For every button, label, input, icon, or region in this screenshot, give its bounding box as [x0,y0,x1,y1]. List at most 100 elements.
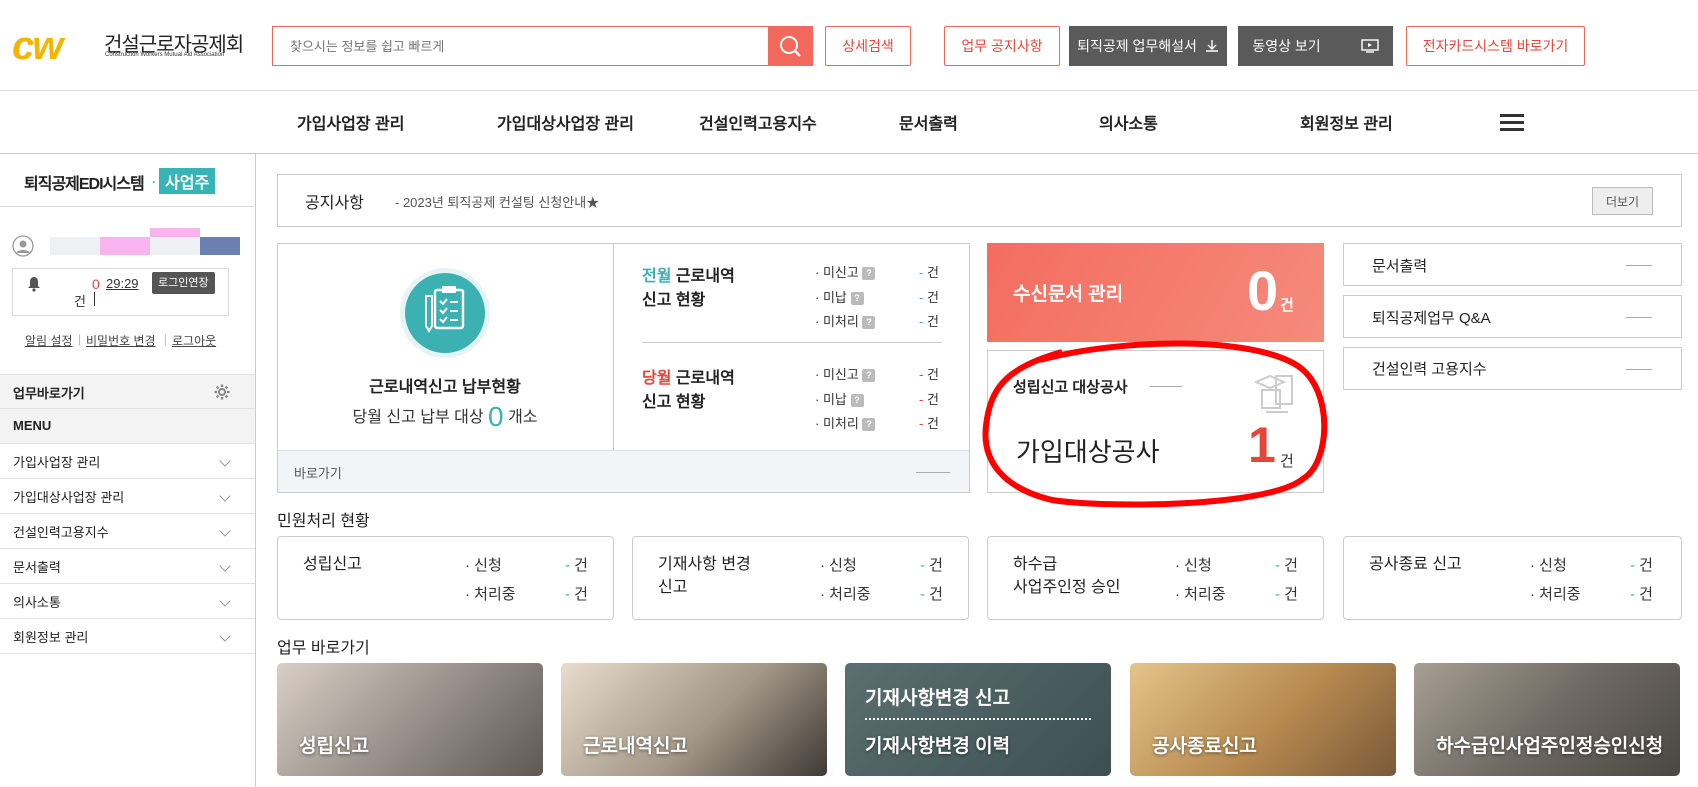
civil-processing-label: · 처리중 [465,586,516,603]
work-notice-button[interactable]: 업무 공지사항 [944,26,1060,66]
arrow-right-icon [1626,369,1652,370]
report-count: 0 [488,401,504,432]
tile-change-report[interactable]: 기재사항변경 신고 기재사항변경 이력 [845,663,1111,776]
manual-download-button[interactable]: 퇴직공제 업무해설서 [1069,26,1227,66]
title-dot: · [152,175,156,189]
civil-card-name: 공사종료 신고 [1369,556,1462,573]
chevron-down-icon [219,595,231,607]
sidebar-menu-target-site[interactable]: 가입대상사업장 관리 [0,479,255,514]
help-icon: ? [850,292,864,306]
tile-label: 근로내역신고 [583,736,688,757]
gnb-member-info[interactable]: 회원정보 관리 [1300,110,1393,134]
report-count-unit: 개소 [508,409,538,426]
chevron-down-icon [219,560,231,572]
tile-establishment-report[interactable]: 성립신고 [277,663,543,776]
civil-apply-value: - 건 [920,557,943,574]
chevron-down-icon [219,455,231,467]
civil-processing-value: - 건 [1630,586,1653,603]
change-password-link[interactable]: 비밀번호 변경 [86,332,156,349]
prev-unpaid[interactable]: · 미납 ? [815,287,864,306]
curr-unpaid-value: - 건 [919,392,939,407]
sidebar-menu-member-site[interactable]: 가입사업장 관리 [0,444,255,479]
civil-apply-label: · 신청 [1175,557,1212,574]
report-row-divider [642,342,942,343]
tile-label: 공사종료신고 [1152,736,1257,757]
curr-month-label-2: 신고 현황 [642,394,706,411]
logo-mark[interactable]: cw [12,24,63,69]
advanced-search-button[interactable]: 상세검색 [825,26,911,66]
gnb-target-site[interactable]: 가입대상사업장 관리 [497,110,634,134]
sidebar-menu-employment-index[interactable]: 건설인력고용지수 [0,514,255,549]
menu-label: 가입사업장 관리 [13,454,101,470]
video-button[interactable]: 동영상 보기 [1238,26,1393,66]
civil-card-name: 하수급 사업주인정 승인 [1013,556,1121,596]
help-icon: ? [862,369,876,383]
curr-month-label: 당월 근로내역 [642,370,735,387]
menu-label: 회원정보 관리 [13,629,89,645]
link-separator: | [164,332,168,346]
gnb-communication[interactable]: 의사소통 [1099,110,1158,134]
search-icon [780,36,801,57]
tile-subcontractor-approval[interactable]: 하수급인사업주인정승인신청 [1414,663,1680,776]
help-icon: ? [850,394,864,408]
monitor-icon [1360,39,1379,53]
alarm-unit: 건 [74,294,86,309]
prev-unprocessed-value: - 건 [919,314,939,329]
notice-text[interactable]: - 2023년 퇴직공제 컨설팅 신청안내★ [395,192,599,211]
alarm-settings-link[interactable]: 알림 설정 [25,332,73,349]
sidebar-menu-member-info[interactable]: 회원정보 관리 [0,619,255,654]
prev-unprocessed[interactable]: · 미처리 ? [815,311,876,330]
civil-card-name: 성립신고 [303,556,362,573]
civil-apply-value: - 건 [1275,557,1298,574]
civil-card-name: 기재사항 변경 신고 [658,556,751,596]
notice-title: 공지사항 [305,195,364,212]
bell-icon[interactable] [27,276,41,292]
quicklink-label: 문서출력 [1372,258,1428,275]
role-badge: 사업주 [159,168,216,194]
manual-label: 퇴직공제 업무해설서 [1077,38,1197,54]
session-timer: 29:29 [106,276,139,291]
civil-apply-label: · 신청 [820,557,857,574]
masked-username [50,228,240,255]
header-divider [0,90,1698,91]
search-button[interactable] [768,27,812,65]
ecard-system-button[interactable]: 전자카드시스템 바로가기 [1406,26,1585,66]
report-goto-bar[interactable] [278,450,969,492]
curr-unprocessed[interactable]: · 미처리 ? [815,413,876,432]
tile-label: 기재사항변경 신고 [865,688,1011,709]
civil-title: 민원처리 현황 [277,513,370,530]
tile-completion-report[interactable]: 공사종료신고 [1130,663,1396,776]
inbox-unit: 건 [1280,297,1294,314]
link-separator: | [78,332,82,346]
gnb-employment-index[interactable]: 건설인력고용지수 [699,110,817,134]
curr-unreported[interactable]: · 미신고 ? [815,364,876,383]
video-label: 동영상 보기 [1252,38,1321,54]
prev-unreported[interactable]: · 미신고 ? [815,262,876,281]
tile-label-history[interactable]: 기재사항변경 이력 [865,731,1010,758]
civil-card[interactable] [277,536,614,620]
prev-unpaid-value: - 건 [919,290,939,305]
logo-subtitle: Construction Workers Mutual Aid Associat… [105,52,225,58]
civil-card[interactable] [1343,536,1682,620]
logout-link[interactable]: 로그아웃 [172,332,216,349]
civil-apply-value: - 건 [565,557,588,574]
hamburger-menu-icon[interactable] [1500,114,1524,132]
sidebar-title: 퇴직공제EDI시스템 [24,176,145,193]
curr-unreported-value: - 건 [919,367,939,382]
menu-label: 건설인력고용지수 [13,524,109,540]
login-extend-button[interactable]: 로그인연장 [152,272,215,294]
report-title: 근로내역신고 납부현황 [369,379,521,396]
gnb-documents[interactable]: 문서출력 [899,110,958,134]
gnb-member-site[interactable]: 가입사업장 관리 [297,110,405,134]
search-input[interactable] [273,27,763,65]
inbox-count: 0 [1247,259,1279,322]
sidebar-menu-communication[interactable]: 의사소통 [0,584,255,619]
curr-unpaid[interactable]: · 미납 ? [815,389,864,408]
notice-more-button[interactable]: 더보기 [1592,187,1653,215]
clipboard-icon [400,268,490,358]
chevron-down-icon [219,490,231,502]
gear-icon[interactable] [214,384,230,400]
menu-label: 문서출력 [13,559,61,575]
tile-work-history-report[interactable]: 근로내역신고 [561,663,827,776]
sidebar-menu-documents[interactable]: 문서출력 [0,549,255,584]
